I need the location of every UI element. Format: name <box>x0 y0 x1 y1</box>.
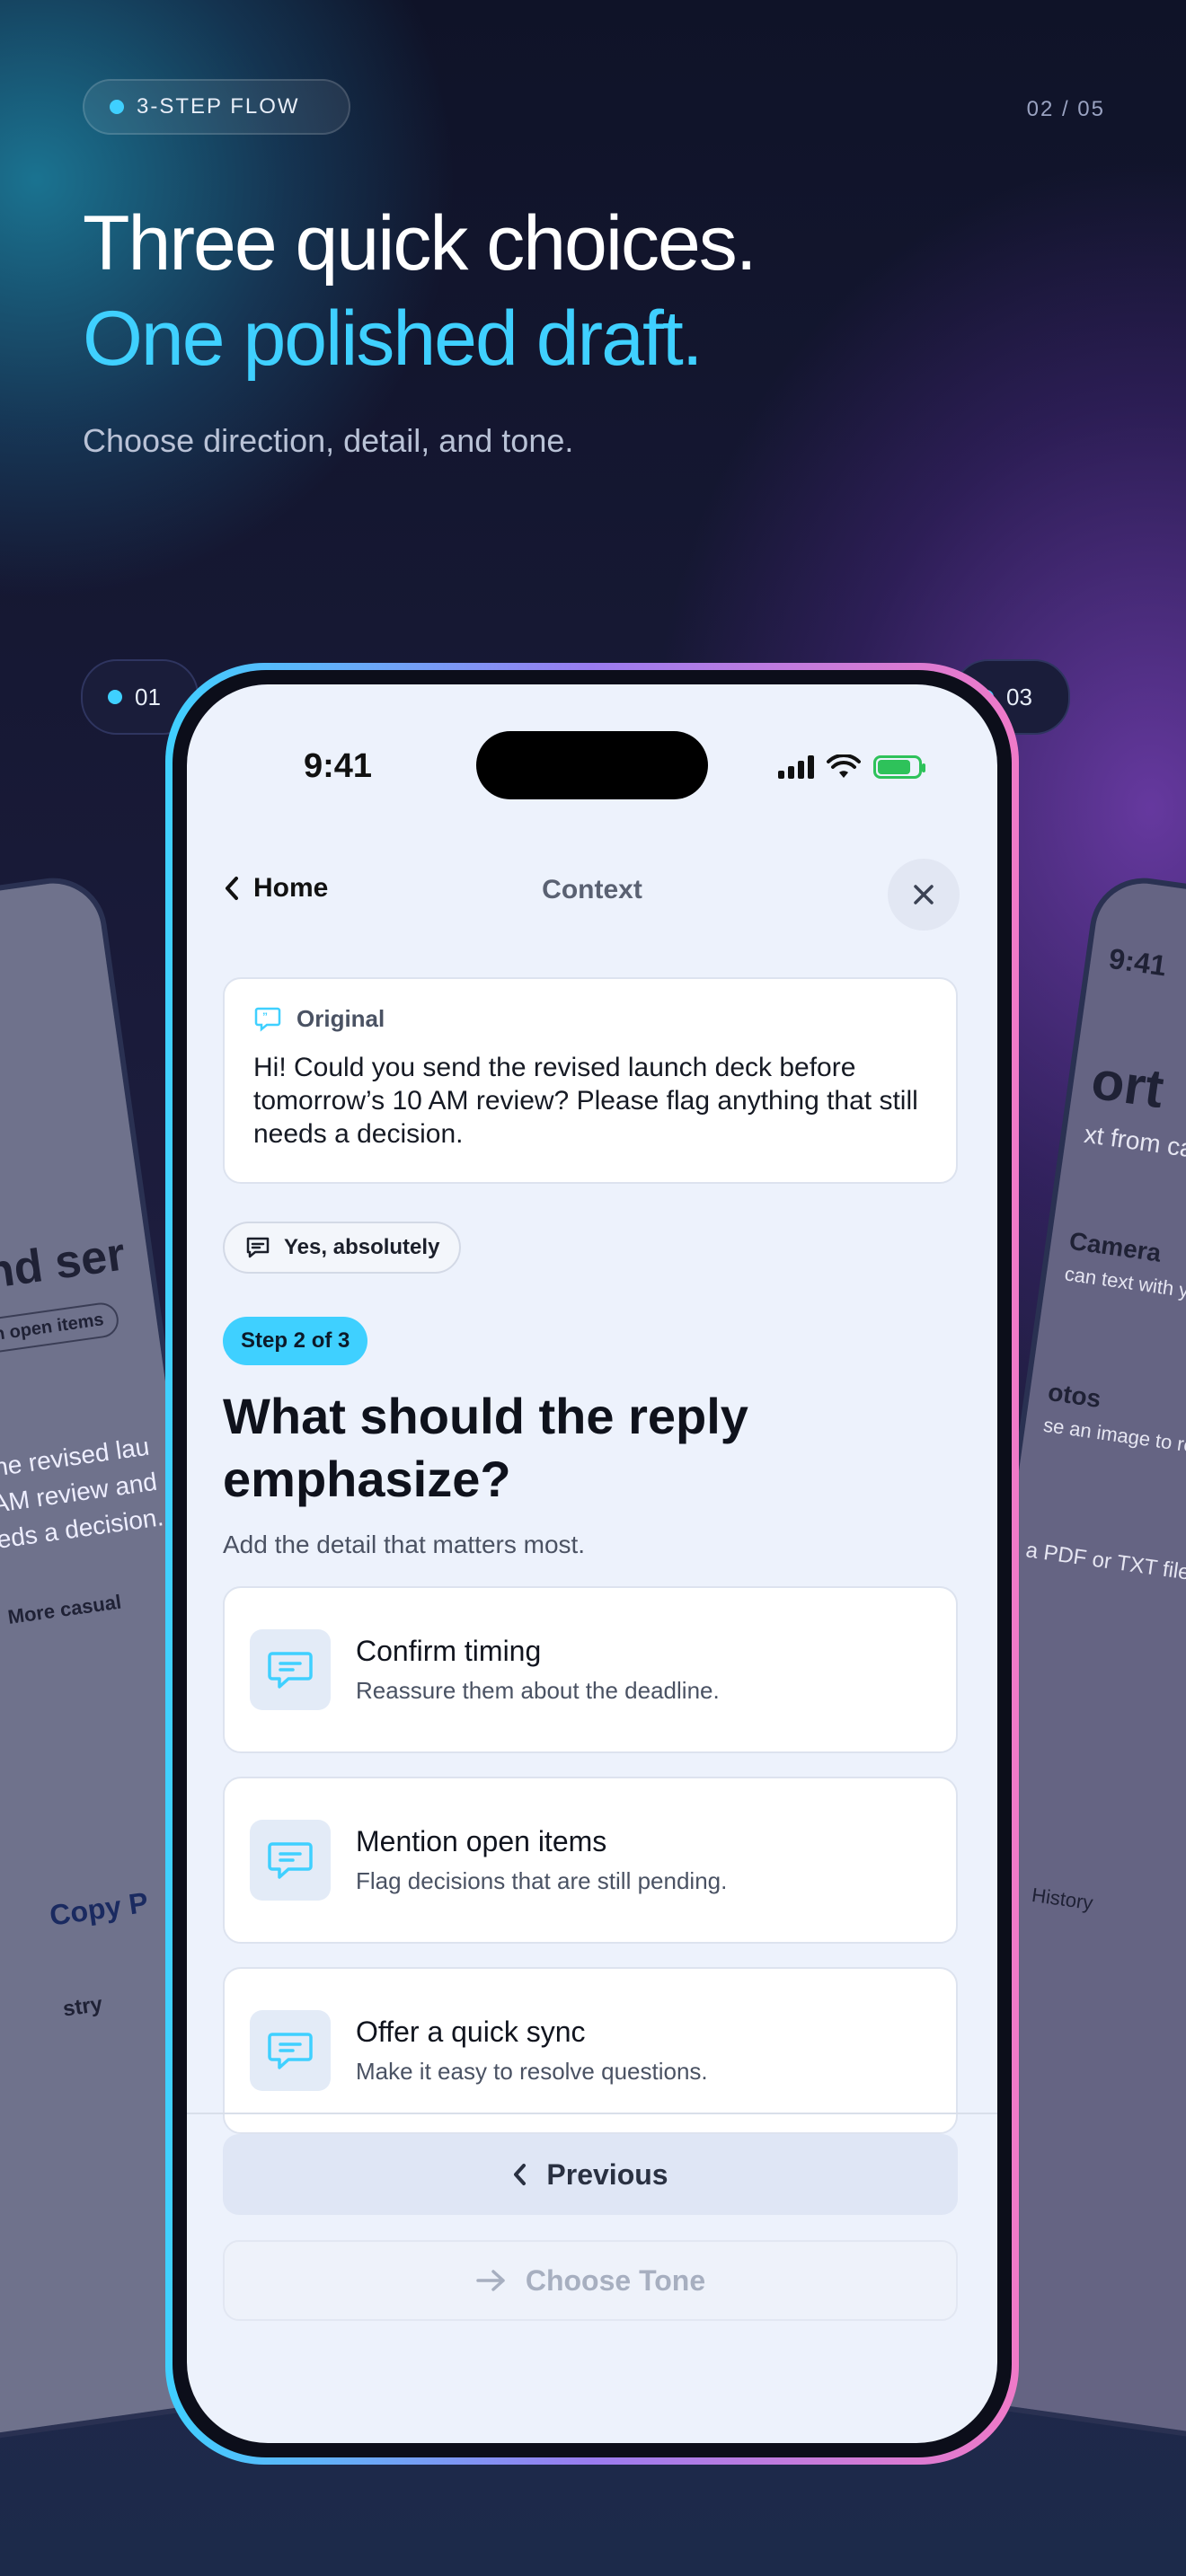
message-icon <box>268 2033 313 2069</box>
signal-icon <box>778 755 814 779</box>
footer-divider <box>187 2113 997 2114</box>
option-mention-open-items[interactable]: Mention open items Flag decisions that a… <box>223 1777 958 1944</box>
option-title: Mention open items <box>356 1825 607 1857</box>
previous-label: Previous <box>546 2157 668 2191</box>
headline: Three quick choices. One polished draft. <box>83 196 757 386</box>
selected-direction-chip[interactable]: Yes, absolutely <box>223 1222 462 1274</box>
option-description: Make it easy to resolve questions. <box>356 2058 708 2085</box>
chip-label: Yes, absolutely <box>284 1235 440 1259</box>
quote-bubble-icon: ” <box>254 1007 281 1032</box>
step-badge: Step 2 of 3 <box>223 1317 368 1365</box>
option-title: Offer a quick sync <box>356 2016 586 2048</box>
status-icons <box>778 754 925 780</box>
arrow-right-icon <box>476 2270 505 2291</box>
chevron-left-icon <box>514 2164 527 2185</box>
status-time: 9:41 <box>304 747 373 785</box>
page-counter: 02 / 05 <box>1026 97 1105 121</box>
svg-text:”: ” <box>262 1010 268 1023</box>
previous-button[interactable]: Previous <box>223 2134 958 2215</box>
option-confirm-timing[interactable]: Confirm timing Reassure them about the d… <box>223 1586 958 1753</box>
message-icon <box>246 1237 270 1258</box>
close-icon <box>914 885 934 904</box>
question-subtitle: Add the detail that matters most. <box>223 1531 586 1558</box>
headline-line-1: Three quick choices. <box>83 200 757 287</box>
original-message-card: ” Original Hi! Could you send the revise… <box>223 977 958 1184</box>
headline-line-2: One polished draft. <box>83 296 704 382</box>
question-title: What should the reply emphasize? <box>223 1388 748 1507</box>
message-icon <box>268 1842 313 1879</box>
nav-title: Context <box>542 875 642 904</box>
message-icon <box>268 1652 313 1689</box>
flow-label: 3-STEP FLOW <box>137 94 300 119</box>
phone-screen: 9:41 Home Context ” Original Hi! Could y… <box>187 684 997 2443</box>
option-title: Confirm timing <box>356 1635 542 1667</box>
accent-dot-icon <box>108 690 122 704</box>
main-phone: 9:41 Home Context ” Original Hi! Could y… <box>165 663 1019 2465</box>
dynamic-island <box>476 731 708 799</box>
original-text: Hi! Could you send the revised launch de… <box>253 1053 918 1149</box>
choose-tone-label: Choose Tone <box>525 2263 706 2297</box>
flow-pill: 3-STEP FLOW <box>83 79 350 135</box>
option-offer-quick-sync[interactable]: Offer a quick sync Make it easy to resol… <box>223 1967 958 2134</box>
option-description: Reassure them about the deadline. <box>356 1677 720 1704</box>
close-button[interactable] <box>888 859 960 931</box>
wifi-icon <box>827 754 861 778</box>
battery-icon <box>873 755 925 779</box>
subline: Choose direction, detail, and tone. <box>83 422 574 459</box>
accent-dot-icon <box>110 100 124 114</box>
original-label: Original <box>296 1004 385 1032</box>
choose-tone-button[interactable]: Choose Tone <box>223 2240 958 2321</box>
option-description: Flag decisions that are still pending. <box>356 1867 728 1894</box>
